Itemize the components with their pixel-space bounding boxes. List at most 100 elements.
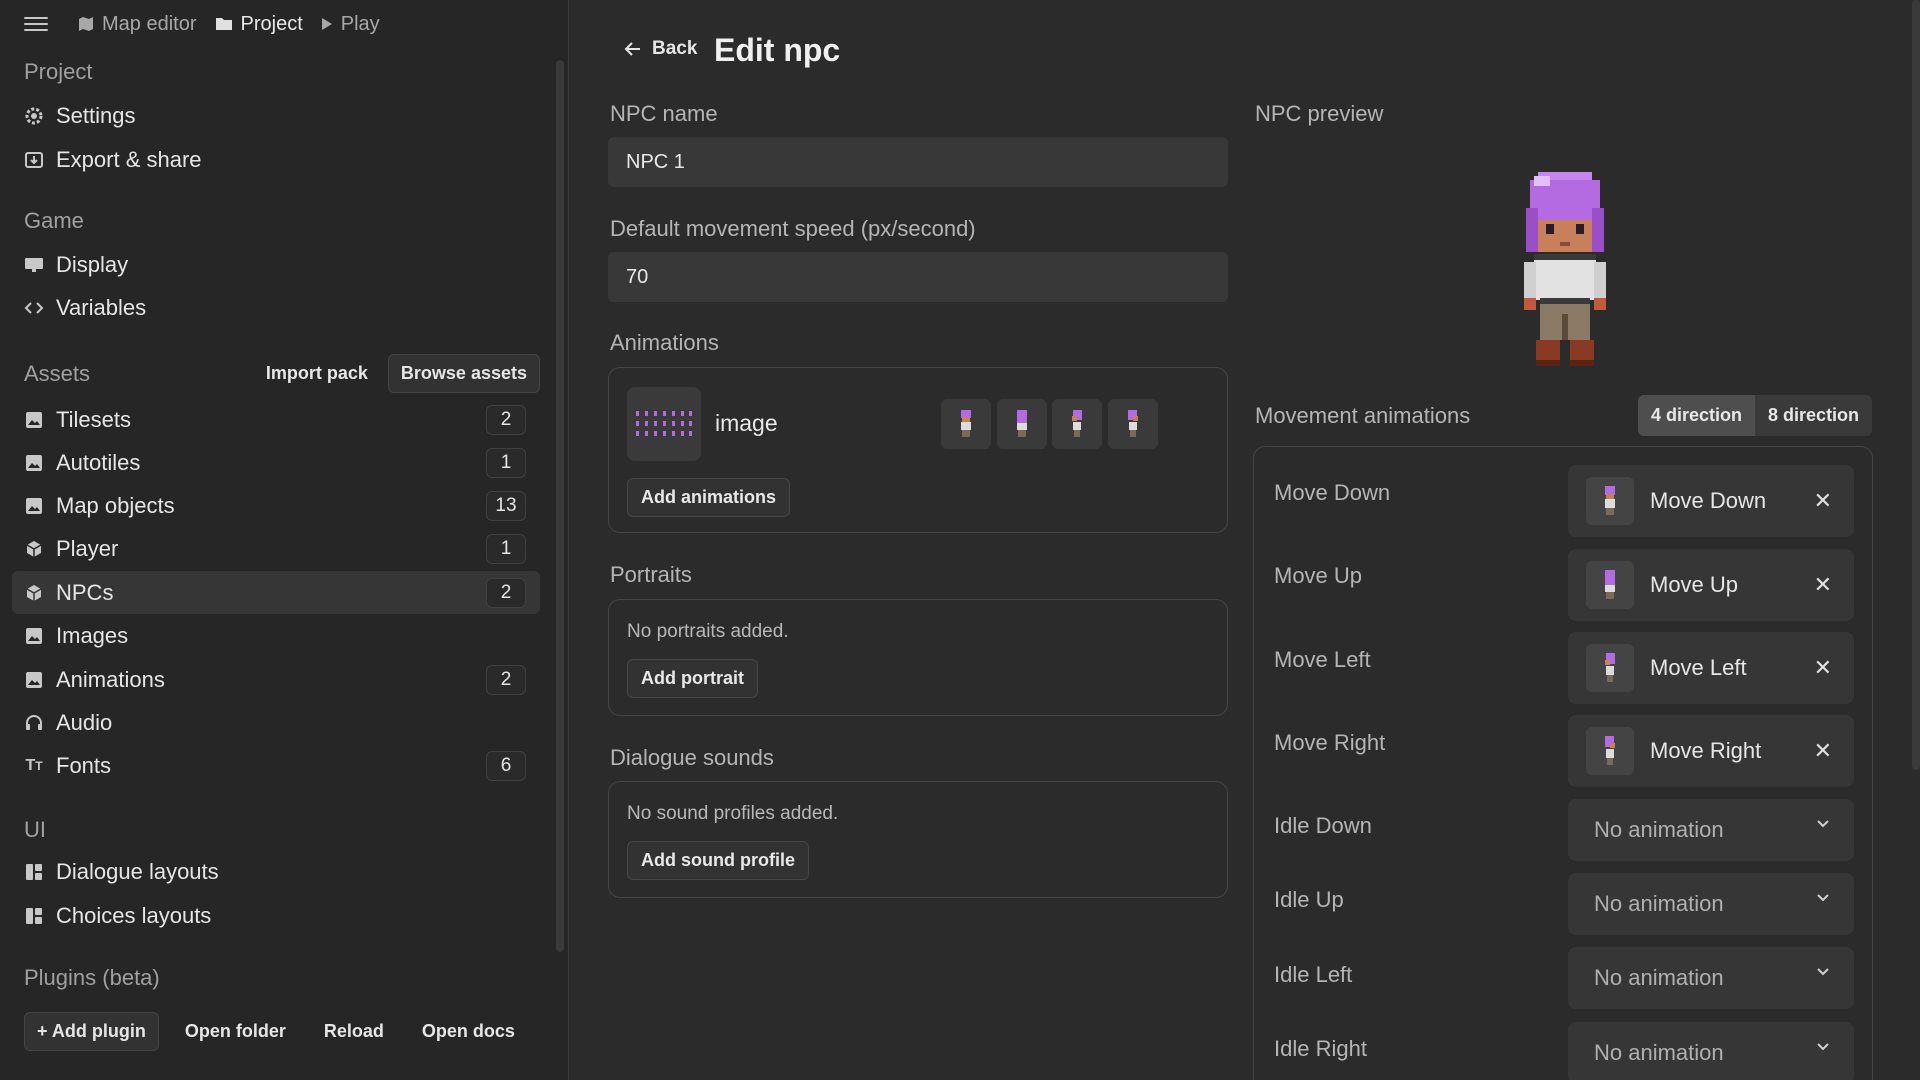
close-icon[interactable]: ✕ <box>1814 655 1832 681</box>
layout-icon <box>24 906 44 926</box>
sidebar-item-animations[interactable]: Animations 2 <box>12 658 540 701</box>
image-icon <box>24 670 44 690</box>
move-left-chip[interactable]: Move Left ✕ <box>1568 632 1854 704</box>
animations-panel: image Add animations <box>608 367 1228 533</box>
sidebar-item-map-objects[interactable]: Map objects 13 <box>12 484 540 527</box>
count-badge: 2 <box>486 577 526 608</box>
sidebar-item-dialogue-layouts[interactable]: Dialogue layouts <box>12 850 540 893</box>
count-badge: 2 <box>486 664 526 695</box>
section-ui: UI <box>24 817 46 842</box>
idle-up-label: Idle Up <box>1274 887 1344 912</box>
sidebar-item-variables[interactable]: Variables <box>12 286 540 329</box>
back-button[interactable]: Back <box>624 38 697 60</box>
text-size-icon: TT <box>25 756 43 774</box>
animation-sheet-thumbnail[interactable] <box>627 387 701 461</box>
assets-actions: Import pack Browse assets <box>254 354 540 393</box>
select-value: No animation <box>1594 891 1724 916</box>
menu-icon[interactable] <box>24 17 48 31</box>
code-icon <box>24 298 44 318</box>
animation-frame-right[interactable] <box>1108 399 1158 449</box>
count-badge: 6 <box>486 750 526 781</box>
sidebar-item-label: Player <box>56 535 119 561</box>
main-scrollbar[interactable] <box>1912 0 1920 770</box>
chevron-down-icon <box>1817 968 1829 976</box>
sidebar-item-autotiles[interactable]: Autotiles 1 <box>12 441 540 484</box>
sidebar-item-label: Map objects <box>56 492 175 518</box>
sidebar-item-choices-layouts[interactable]: Choices layouts <box>12 894 540 937</box>
sidebar-item-audio[interactable]: Audio <box>12 701 540 744</box>
tab-play[interactable]: Play <box>321 13 380 36</box>
npc-sprite-preview <box>1520 168 1610 377</box>
add-animations-button[interactable]: Add animations <box>627 478 791 517</box>
tab-map-editor[interactable]: Map editor <box>78 13 197 36</box>
tab-project[interactable]: Project <box>215 13 303 36</box>
sprite-thumbnail <box>1586 561 1634 609</box>
eight-direction-button[interactable]: 8 direction <box>1755 395 1872 436</box>
add-plugin-button[interactable]: + Add plugin <box>24 1012 159 1051</box>
movement-animations-label: Movement animations <box>1255 403 1471 428</box>
npc-name-input[interactable]: NPC 1 <box>608 137 1228 187</box>
gear-icon <box>24 106 44 126</box>
add-sound-profile-button[interactable]: Add sound profile <box>627 841 809 880</box>
animation-frame-up[interactable] <box>997 399 1047 449</box>
sidebar-item-label: Tilesets <box>56 406 131 432</box>
move-up-label: Move Up <box>1274 563 1363 588</box>
sidebar-item-display[interactable]: Display <box>12 243 540 286</box>
import-pack-button[interactable]: Import pack <box>254 357 380 390</box>
close-icon[interactable]: ✕ <box>1814 488 1832 514</box>
chip-label: Move Right <box>1650 738 1762 763</box>
idle-down-label: Idle Down <box>1274 813 1372 838</box>
chevron-down-icon <box>1817 820 1829 828</box>
animation-frame-left[interactable] <box>1052 399 1102 449</box>
move-down-chip[interactable]: Move Down ✕ <box>1568 465 1854 537</box>
close-icon[interactable]: ✕ <box>1814 572 1832 598</box>
idle-right-select[interactable]: No animation <box>1568 1022 1854 1080</box>
sidebar-item-fonts[interactable]: TT Fonts 6 <box>12 744 540 787</box>
sidebar-item-label: Images <box>56 622 129 648</box>
browse-assets-button[interactable]: Browse assets <box>387 354 540 393</box>
sidebar-item-label: Autotiles <box>56 449 141 475</box>
sidebar-item-settings[interactable]: Settings <box>12 94 540 137</box>
sprite-thumbnail <box>1586 644 1634 692</box>
layout-icon <box>24 862 44 882</box>
sidebar-item-player[interactable]: Player 1 <box>12 527 540 570</box>
move-up-chip[interactable]: Move Up ✕ <box>1568 549 1854 621</box>
open-docs-button[interactable]: Open docs <box>410 1015 527 1048</box>
close-icon[interactable]: ✕ <box>1814 738 1832 764</box>
count-badge: 2 <box>486 404 526 435</box>
sidebar-item-images[interactable]: Images <box>12 614 540 657</box>
image-icon <box>24 626 44 646</box>
open-folder-button[interactable]: Open folder <box>173 1015 298 1048</box>
image-icon <box>24 453 44 473</box>
animations-label: Animations <box>610 330 719 355</box>
idle-right-label: Idle Right <box>1274 1036 1367 1061</box>
chip-label: Move Up <box>1650 572 1739 597</box>
chevron-down-icon <box>1817 894 1829 902</box>
export-icon <box>24 150 44 170</box>
sidebar-item-label: Dialogue layouts <box>56 858 219 884</box>
sidebar-item-npcs[interactable]: NPCs 2 <box>12 571 540 614</box>
main-content: Back Edit npc NPC name NPC 1 Default mov… <box>570 0 1920 1080</box>
dialogue-sounds-panel: No sound profiles added. Add sound profi… <box>608 781 1228 898</box>
sidebar-item-label: NPCs <box>56 579 114 605</box>
sidebar-item-export[interactable]: Export & share <box>12 138 540 181</box>
idle-down-select[interactable]: No animation <box>1568 799 1854 861</box>
four-direction-button[interactable]: 4 direction <box>1638 395 1756 436</box>
move-right-chip[interactable]: Move Right ✕ <box>1568 715 1854 787</box>
animation-frame-down[interactable] <box>941 399 991 449</box>
select-value: No animation <box>1594 965 1724 990</box>
image-icon <box>24 496 44 516</box>
add-portrait-button[interactable]: Add portrait <box>627 659 758 698</box>
no-portraits-text: No portraits added. <box>627 621 789 642</box>
page-title: Edit npc <box>714 32 841 68</box>
portraits-panel: No portraits added. Add portrait <box>608 599 1228 716</box>
sidebar-scrollbar[interactable] <box>556 60 564 952</box>
sidebar-item-label: Settings <box>56 102 136 128</box>
speed-input[interactable]: 70 <box>608 252 1228 302</box>
idle-left-select[interactable]: No animation <box>1568 947 1854 1009</box>
speed-label: Default movement speed (px/second) <box>610 216 976 241</box>
sidebar-item-tilesets[interactable]: Tilesets 2 <box>12 398 540 441</box>
idle-up-select[interactable]: No animation <box>1568 873 1854 935</box>
reload-button[interactable]: Reload <box>312 1015 396 1048</box>
direction-toggle: 4 direction 8 direction <box>1638 395 1873 436</box>
